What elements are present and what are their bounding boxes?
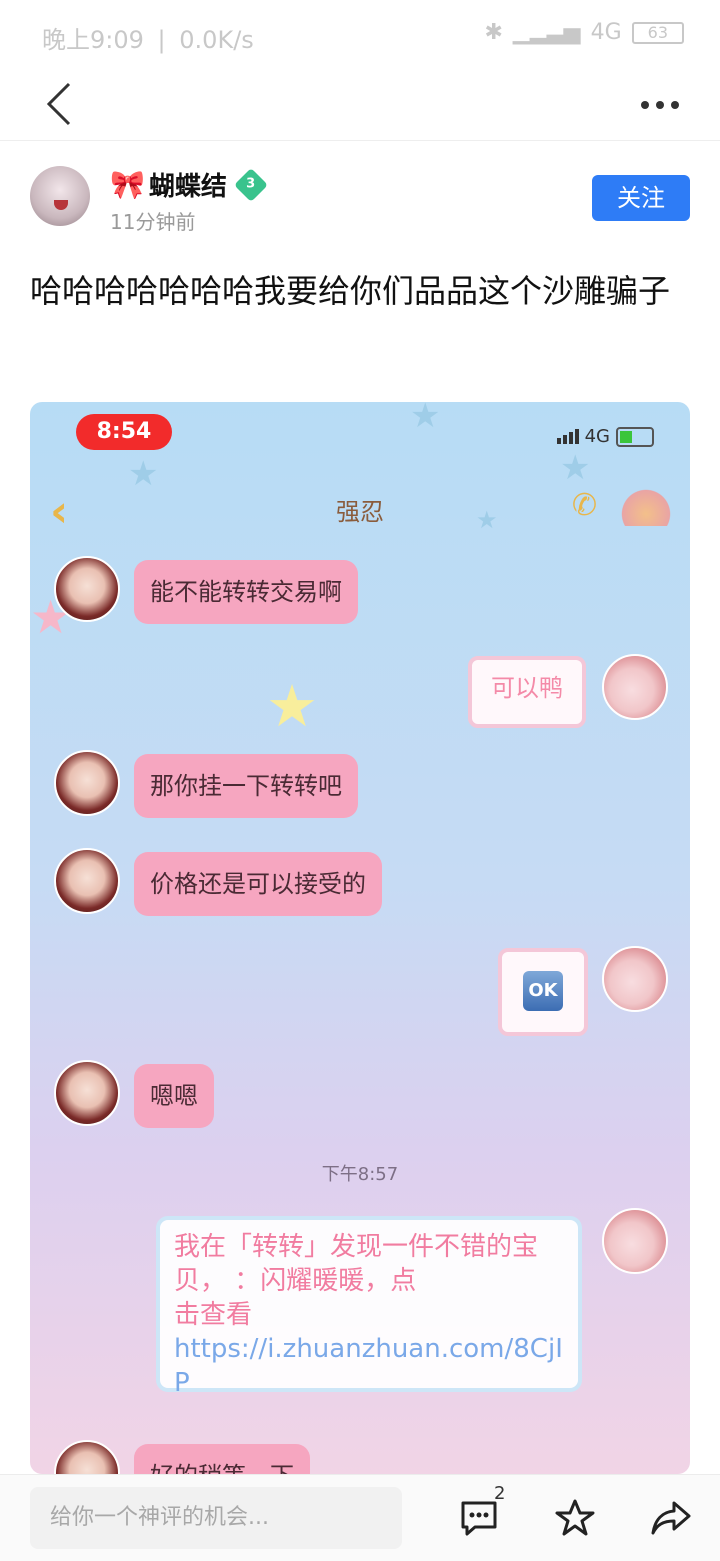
more-button[interactable] [630, 80, 690, 130]
comment-bubble-icon [461, 1501, 497, 1536]
contact-avatar [54, 750, 120, 816]
back-button[interactable] [34, 76, 84, 132]
post-image[interactable]: 8:54 4G ★ ★ ★ ★ ★ ★ ‹ 强忍 ✆ 能不能转转交易啊 可以鸭 … [30, 402, 690, 1474]
inner-network: 4G [584, 426, 610, 447]
share-text-line1: 我在「转转」发现一件不错的宝 [174, 1232, 539, 1262]
phone-icon: ✆ [572, 488, 598, 523]
share-arrow-icon [651, 1501, 691, 1535]
status-right: ✱ ▁▂▃▅ 4G 63 [484, 20, 684, 45]
star-decoration-icon: ★ [410, 402, 441, 436]
bottom-bar: 给你一个神评的机会... 2 [0, 1474, 720, 1561]
status-left: 晚上9:09 | 0.0K/s [42, 26, 254, 54]
status-time: 晚上9:09 [42, 26, 144, 54]
contact-avatar [54, 556, 120, 622]
status-bar: 晚上9:09 | 0.0K/s ✱ ▁▂▃▅ 4G 63 [0, 0, 720, 70]
self-avatar [602, 654, 668, 720]
message-bubble: 嗯嗯 [134, 1064, 214, 1128]
message-bubble: 能不能转转交易啊 [134, 560, 358, 624]
self-avatar [602, 1208, 668, 1274]
share-text-line3: 击查看 [174, 1300, 253, 1330]
message-bubble: 那你挂一下转转吧 [134, 754, 358, 818]
contact-avatar [54, 1440, 120, 1474]
bow-icon: 🎀 [110, 167, 145, 201]
star-decoration-icon: ★ [266, 672, 318, 740]
author-name[interactable]: 蝴蝶结 [149, 166, 227, 203]
contact-avatar [54, 848, 120, 914]
signal-icon: ▁▂▃▅ [512, 20, 581, 45]
share-card: 我在「转转」发现一件不错的宝 贝， ：闪耀暖暖，点 击查看 https://i.… [156, 1216, 582, 1398]
battery-icon: 63 [631, 21, 684, 44]
share-button[interactable] [646, 1493, 696, 1543]
message-bubble: 好的稍等一下 [134, 1444, 310, 1474]
author-name-row: 🎀 蝴蝶结 3 [110, 166, 268, 203]
crown-decoration-icon [618, 486, 674, 526]
post-time: 11分钟前 [110, 210, 196, 234]
comment-input[interactable]: 给你一个神评的机会... [30, 1487, 402, 1549]
more-dots-icon [641, 101, 679, 109]
status-network: 4G [590, 20, 622, 45]
star-icon [555, 1499, 595, 1536]
inner-status-right: 4G [556, 426, 654, 447]
ok-emoji-icon: OK [523, 971, 563, 1011]
status-net-speed: 0.0K/s [179, 26, 254, 54]
contact-avatar [54, 1060, 120, 1126]
post-text: 哈哈哈哈哈哈哈我要给你们品品这个沙雕骗子 [30, 272, 671, 310]
message-bubble: OK [498, 948, 588, 1036]
inner-battery-icon [616, 426, 654, 447]
message-bubble: 价格还是可以接受的 [134, 852, 382, 916]
chat-timestamp: 下午8:57 [321, 1164, 399, 1185]
comment-count: 2 [494, 1483, 506, 1504]
message-bubble: 可以鸭 [468, 656, 586, 728]
inner-status-time: 8:54 [76, 414, 172, 450]
follow-button[interactable]: 关注 [592, 175, 690, 221]
level-badge: 3 [233, 167, 268, 202]
share-link: https://i.zhuanzhuan.com/8CjIP [174, 1334, 563, 1398]
author-avatar[interactable] [30, 166, 90, 226]
star-decoration-icon: ★ [128, 454, 159, 494]
self-avatar [602, 946, 668, 1012]
favorite-button[interactable] [550, 1493, 600, 1543]
author-row: 🎀 蝴蝶结 3 11分钟前 关注 [0, 160, 720, 240]
share-text-line2: 贝， ：闪耀暖暖，点 [174, 1266, 417, 1296]
inner-signal-icon [556, 429, 579, 444]
chevron-left-icon [47, 82, 71, 126]
star-decoration-icon: ★ [560, 448, 591, 488]
nav-bar [0, 70, 720, 141]
bluetooth-icon: ✱ [484, 20, 503, 45]
